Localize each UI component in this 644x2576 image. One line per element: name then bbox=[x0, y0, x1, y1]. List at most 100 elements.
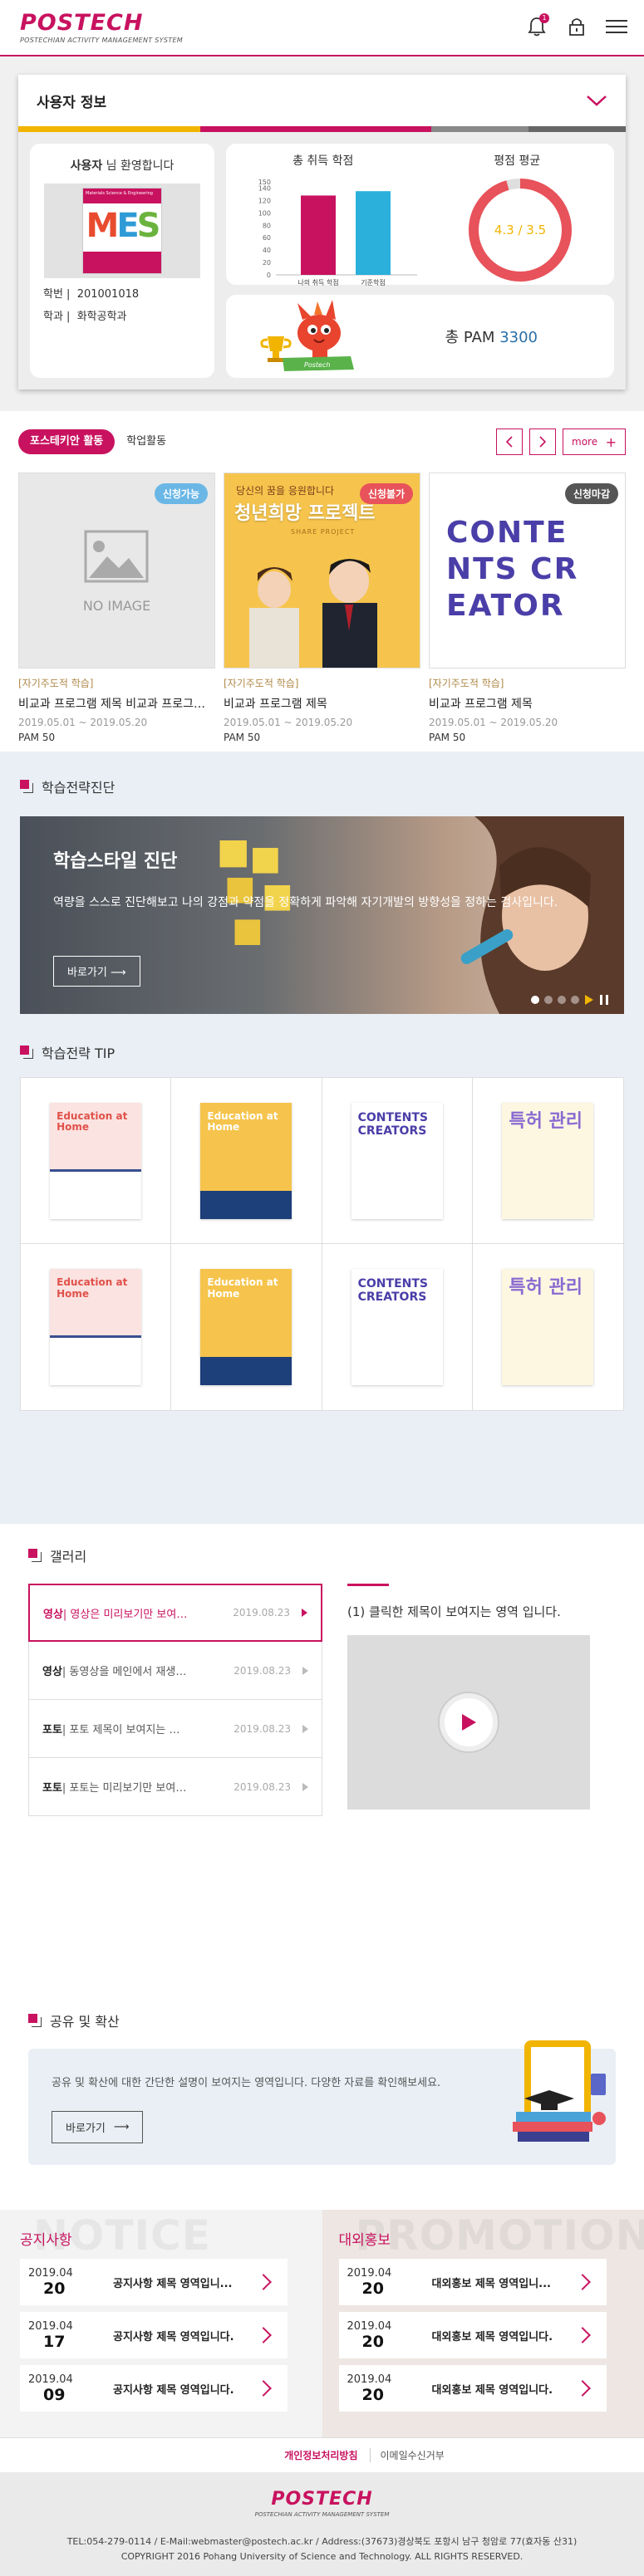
credits-chart: 총 취득 학점 020406080100120140150나의 취득 학점기준학… bbox=[226, 144, 420, 285]
pam-total: 총 PAM 3300 bbox=[445, 326, 538, 347]
chevron-down-icon[interactable] bbox=[586, 94, 607, 107]
program-date: 2019.05.01 ~ 2019.05.20 bbox=[429, 717, 626, 728]
arrow-right-icon: ⟶ bbox=[111, 967, 126, 979]
tip-book-title: 특허 관리 bbox=[509, 1111, 587, 1132]
tip-book-cover: CONTENTS CREATORS bbox=[351, 1103, 443, 1219]
promotion-item[interactable]: 2019.0420대외홍보 제목 영역입니... bbox=[339, 2259, 607, 2305]
menu-icon[interactable] bbox=[606, 15, 627, 38]
gpa-donut: 4.3 / 3.5 bbox=[420, 169, 620, 290]
gallery-item[interactable]: 포토 | 포토는 미리보기만 보여지는 영역2019.08.23 bbox=[28, 1758, 322, 1816]
footer-logo-subtitle: POSTECHIAN ACTIVITY MANAGEMENT SYSTEM bbox=[0, 2511, 644, 2518]
bar bbox=[301, 195, 336, 275]
slider-dot[interactable] bbox=[531, 996, 539, 1004]
next-button[interactable] bbox=[529, 429, 556, 455]
credits-bar-chart: 020406080100120140150나의 취득 학점기준학점 bbox=[226, 167, 425, 291]
chevron-right-icon bbox=[574, 2380, 591, 2397]
y-tick-label: 20 bbox=[263, 259, 271, 267]
promotion-panel: PROMOTION 대외홍보 2019.0420대외홍보 제목 영역입니... … bbox=[322, 2210, 644, 2437]
tip-item[interactable]: CONTENTS CREATORS bbox=[322, 1244, 473, 1410]
notice-item[interactable]: 2019.0417공지사항 제목 영역입니다. bbox=[20, 2312, 288, 2358]
bell-icon[interactable]: 1 bbox=[526, 15, 548, 38]
footer-links: 개인정보처리방침 이메일수신거부 bbox=[0, 2437, 644, 2472]
learning-strategy-section: 학습전략진단 학습스타일 진단 역량을 스스로 진단해보고 나의 강점과 약점을… bbox=[0, 752, 644, 1524]
promotion-item[interactable]: 2019.0420대외홍보 제목 영역입니다. bbox=[339, 2312, 607, 2358]
bar bbox=[356, 191, 391, 275]
tip-book-cover: 특허 관리 bbox=[502, 1269, 593, 1385]
y-tick-label: 120 bbox=[258, 197, 271, 204]
program-card[interactable]: 당신의 꿈을 응원합니다 청년희망 프로젝트 SHARE PROJECT 신청불… bbox=[224, 473, 420, 752]
banner-title: 학습스타일 진단 bbox=[53, 846, 177, 873]
banner-go-button[interactable]: 바로가기 ⟶ bbox=[53, 956, 140, 987]
gallery-item[interactable]: 포토 | 포토 제목이 보여지는 영역2019.08.23 bbox=[28, 1700, 322, 1758]
program-title: 비교과 프로그램 제목 bbox=[429, 695, 626, 712]
program-card[interactable]: NO IMAGE 신청가능 [자기주도적 학습] 비교과 프로그램 제목 비교과… bbox=[18, 473, 215, 752]
gallery-item[interactable]: 영상 | 동영상을 메인에서 재생하는 영역2019.08.23 bbox=[28, 1642, 322, 1700]
tip-book-cover: Education at Home bbox=[200, 1103, 292, 1219]
section-title: 공유 및 확산 bbox=[28, 2010, 616, 2030]
status-badge: 신청가능 bbox=[155, 483, 208, 504]
privacy-policy-link[interactable]: 개인정보처리방침 bbox=[273, 2448, 370, 2462]
svg-text:Postech: Postech bbox=[304, 361, 330, 369]
tip-item[interactable]: Education at Home bbox=[21, 1244, 171, 1410]
video-player[interactable] bbox=[347, 1635, 590, 1810]
gallery-list: 영상 | 영상은 미리보기만 보여지는 영역2019.08.23 영상 | 동영… bbox=[28, 1584, 322, 1816]
credits-gpa-card: 총 취득 학점 020406080100120140150나의 취득 학점기준학… bbox=[226, 144, 614, 285]
tip-book-cover: CONTENTS CREATORS bbox=[351, 1269, 443, 1385]
chevron-right-icon bbox=[538, 436, 547, 448]
lock-icon[interactable] bbox=[566, 15, 587, 38]
color-strip bbox=[18, 126, 626, 132]
tip-item[interactable]: CONTENTS CREATORS bbox=[322, 1078, 473, 1244]
notice-title[interactable]: 공지사항 bbox=[20, 2228, 322, 2249]
y-tick-label: 80 bbox=[263, 222, 271, 229]
play-icon[interactable] bbox=[584, 994, 594, 1006]
status-badge: 신청마감 bbox=[565, 483, 618, 504]
more-button[interactable]: more+ bbox=[563, 429, 626, 455]
postech-logo[interactable]: POSTECH POSTECHIAN ACTIVITY MANAGEMENT S… bbox=[20, 12, 183, 44]
y-tick-label: 60 bbox=[263, 234, 271, 242]
notice-promotion-section: NOTICE 공지사항 2019.0420공지사항 제목 영역입니... 201… bbox=[0, 2210, 644, 2437]
y-tick-label: 0 bbox=[267, 272, 271, 279]
tip-item[interactable]: 특허 관리 bbox=[473, 1244, 623, 1410]
program-pam: PAM 50 bbox=[429, 732, 626, 743]
slider-dot[interactable] bbox=[544, 996, 553, 1004]
program-title: 비교과 프로그램 제목 bbox=[224, 695, 420, 712]
gallery-item[interactable]: 영상 | 영상은 미리보기만 보여지는 영역2019.08.23 bbox=[28, 1584, 322, 1642]
tip-item[interactable]: Education at Home bbox=[21, 1078, 171, 1244]
section-bullet-icon bbox=[28, 2014, 42, 2027]
tip-book-title: CONTENTS CREATORS bbox=[358, 1277, 436, 1304]
greeting: 사용자 님 환영합니다 bbox=[43, 157, 201, 174]
pause-icon[interactable] bbox=[599, 994, 609, 1006]
slider-dot[interactable] bbox=[571, 996, 579, 1004]
tip-item[interactable]: Education at Home bbox=[171, 1078, 322, 1244]
play-button[interactable] bbox=[440, 1693, 498, 1751]
tab-academic-activity[interactable]: 학업활동 bbox=[115, 429, 178, 454]
books-graduation-illustration bbox=[491, 2032, 616, 2157]
program-pam: PAM 50 bbox=[18, 732, 215, 743]
user-info-header[interactable]: 사용자 정보 bbox=[18, 75, 626, 126]
department: 학과 | 화학공학과 bbox=[43, 307, 201, 323]
email-refuse-link[interactable]: 이메일수신거부 bbox=[371, 2448, 455, 2462]
profile-card: 사용자 님 환영합니다 Materials Science & Engineer… bbox=[30, 144, 214, 378]
program-image: 당신의 꿈을 응원합니다 청년희망 프로젝트 SHARE PROJECT 신청불… bbox=[224, 473, 420, 668]
slider-dot[interactable] bbox=[558, 996, 566, 1004]
notice-item[interactable]: 2019.0420공지사항 제목 영역입니... bbox=[20, 2259, 288, 2305]
tab-postechian-activity[interactable]: 포스테키안 활동 bbox=[18, 429, 115, 454]
tip-item[interactable]: Education at Home bbox=[171, 1244, 322, 1410]
user-info-card: 사용자 정보 사용자 님 환영합니다 Materials Science & E… bbox=[18, 75, 626, 389]
user-info-title: 사용자 정보 bbox=[37, 91, 106, 111]
share-go-button[interactable]: 바로가기⟶ bbox=[52, 2111, 143, 2143]
program-category: [자기주도적 학습] bbox=[429, 676, 626, 690]
program-card[interactable]: CONTENTS CREATOR 신청마감 [자기주도적 학습] 비교과 프로그… bbox=[429, 473, 626, 752]
tip-item[interactable]: 특허 관리 bbox=[473, 1078, 623, 1244]
site-header: POSTECH POSTECHIAN ACTIVITY MANAGEMENT S… bbox=[0, 0, 644, 56]
program-image: NO IMAGE 신청가능 bbox=[18, 473, 215, 668]
tip-book-cover: Education at Home bbox=[50, 1269, 141, 1385]
tip-book-cover: 특허 관리 bbox=[502, 1103, 593, 1219]
program-image: CONTENTS CREATOR 신청마감 bbox=[429, 473, 626, 668]
prev-button[interactable] bbox=[496, 429, 523, 455]
program-pam: PAM 50 bbox=[224, 732, 420, 743]
promotion-item[interactable]: 2019.0420대외홍보 제목 영역입니다. bbox=[339, 2365, 607, 2412]
notice-item[interactable]: 2019.0409공지사항 제목 영역입니다. bbox=[20, 2365, 288, 2412]
promotion-title[interactable]: 대외홍보 bbox=[339, 2228, 644, 2249]
arrow-right-icon: ⟶ bbox=[114, 2121, 130, 2133]
